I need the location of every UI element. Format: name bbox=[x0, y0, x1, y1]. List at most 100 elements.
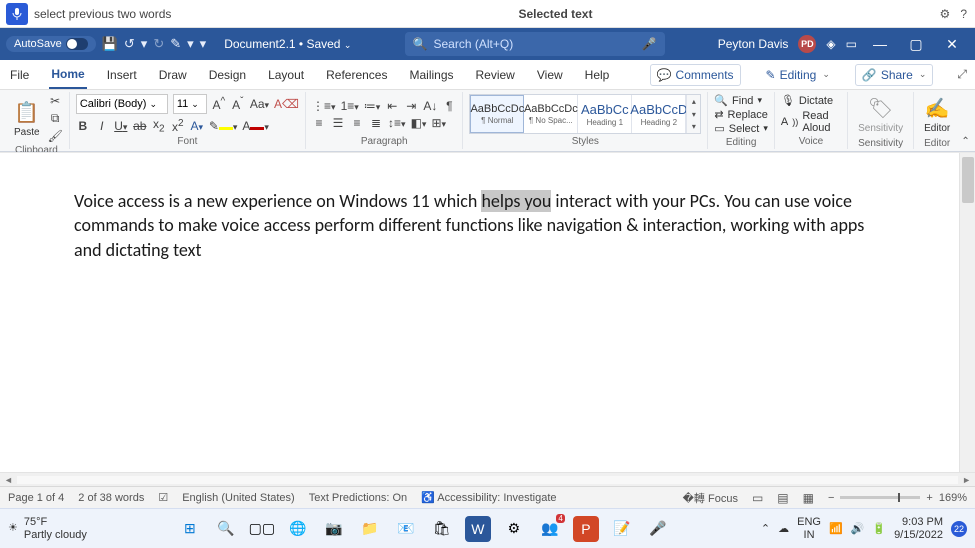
style-heading-2[interactable]: AaBbCcDHeading 2 bbox=[632, 95, 686, 133]
status-accessibility[interactable]: ♿ Accessibility: Investigate bbox=[421, 491, 556, 504]
volume-icon[interactable]: 🔊 bbox=[851, 522, 865, 535]
word-icon[interactable]: W bbox=[465, 516, 491, 542]
tray-overflow-icon[interactable]: ⌃ bbox=[761, 522, 770, 535]
decrease-indent-icon[interactable]: ⇤ bbox=[385, 99, 399, 113]
battery-icon[interactable]: 🔋 bbox=[872, 522, 886, 535]
tab-help[interactable]: Help bbox=[583, 62, 612, 88]
tab-home[interactable]: Home bbox=[49, 61, 86, 89]
tab-references[interactable]: References bbox=[324, 62, 389, 88]
powerpoint-icon[interactable]: P bbox=[573, 516, 599, 542]
format-painter-icon[interactable]: 🖌 bbox=[48, 129, 63, 143]
print-layout-icon[interactable]: ▤ bbox=[777, 491, 788, 505]
align-right-icon[interactable]: ≡ bbox=[350, 116, 364, 130]
align-left-icon[interactable]: ≡ bbox=[312, 116, 326, 130]
qat-customize-icon[interactable]: ▾ bbox=[200, 36, 207, 52]
cut-icon[interactable]: ✂ bbox=[48, 94, 63, 108]
status-language[interactable]: English (United States) bbox=[182, 492, 295, 504]
subscript-button[interactable]: x2 bbox=[152, 117, 166, 134]
scroll-thumb[interactable] bbox=[962, 157, 974, 203]
task-view-icon[interactable]: ▢▢ bbox=[249, 516, 275, 542]
wifi-icon[interactable]: 📶 bbox=[829, 522, 843, 535]
bullets-icon[interactable]: ⋮≡▾ bbox=[312, 99, 336, 113]
qat-extra-icon[interactable]: ✎ bbox=[170, 36, 181, 52]
focus-mode-button[interactable]: �轉 Focus bbox=[683, 490, 738, 506]
tab-review[interactable]: Review bbox=[474, 62, 517, 88]
whiteboard-icon[interactable]: 📝 bbox=[609, 516, 635, 542]
tab-design[interactable]: Design bbox=[207, 62, 248, 88]
dictate-button[interactable]: 🎙 Dictate bbox=[781, 94, 841, 107]
minimize-button[interactable]: — bbox=[867, 36, 893, 52]
zoom-slider[interactable] bbox=[840, 496, 920, 499]
italic-button[interactable]: I bbox=[95, 119, 109, 133]
camera-icon[interactable]: 📷 bbox=[321, 516, 347, 542]
editing-mode-button[interactable]: ✎ Editing ⌄ bbox=[759, 64, 837, 86]
tab-view[interactable]: View bbox=[535, 62, 565, 88]
grow-font-icon[interactable]: A^ bbox=[212, 96, 226, 112]
tab-file[interactable]: File bbox=[8, 62, 31, 88]
select-button[interactable]: ▭ Select ▾ bbox=[714, 122, 768, 135]
web-layout-icon[interactable]: ▦ bbox=[803, 491, 814, 505]
voice-access-taskbar-icon[interactable]: 🎤 bbox=[645, 516, 671, 542]
settings-icon[interactable]: ⚙ bbox=[940, 7, 951, 21]
document-page[interactable]: Voice access is a new experience on Wind… bbox=[0, 153, 959, 472]
taskbar-search-icon[interactable]: 🔍 bbox=[213, 516, 239, 542]
store-icon[interactable]: 🛍 bbox=[429, 516, 455, 542]
user-avatar[interactable]: PD bbox=[798, 35, 816, 53]
ribbon-mode-icon[interactable]: ▭ bbox=[846, 37, 857, 51]
onedrive-icon[interactable]: ☁ bbox=[778, 522, 789, 535]
style-normal[interactable]: AaBbCcDc¶ Normal bbox=[470, 95, 524, 133]
undo-icon[interactable]: ↺ bbox=[124, 36, 135, 52]
zoom-control[interactable]: − + 169% bbox=[828, 492, 967, 504]
status-words[interactable]: 2 of 38 words bbox=[78, 492, 144, 504]
notification-badge[interactable]: 22 bbox=[951, 521, 967, 537]
document-title[interactable]: Document2.1 • Saved ⌄ bbox=[224, 37, 351, 51]
font-family-select[interactable]: Calibri (Body)⌄ bbox=[76, 94, 168, 114]
comments-button[interactable]: 💬 Comments bbox=[650, 64, 741, 86]
scroll-right-icon[interactable]: ► bbox=[962, 475, 971, 485]
help-icon[interactable]: ? bbox=[960, 7, 967, 21]
lang-secondary[interactable]: IN bbox=[797, 529, 821, 541]
status-predictions[interactable]: Text Predictions: On bbox=[309, 492, 407, 504]
vertical-scrollbar[interactable] bbox=[959, 153, 975, 472]
increase-indent-icon[interactable]: ⇥ bbox=[404, 99, 418, 113]
search-mic-icon[interactable]: 🎤 bbox=[642, 37, 657, 51]
qat-extra-dropdown-icon[interactable]: ▾ bbox=[187, 36, 194, 52]
scroll-left-icon[interactable]: ◄ bbox=[4, 475, 13, 485]
style-no-spacing[interactable]: AaBbCcDc¶ No Spac... bbox=[524, 95, 578, 133]
styles-gallery-more[interactable]: ▴▾▾ bbox=[686, 95, 700, 133]
borders-icon[interactable]: ⊞▾ bbox=[431, 116, 446, 130]
lang-primary[interactable]: ENG bbox=[797, 516, 821, 528]
share-button[interactable]: 🔗 Share⌄ bbox=[855, 64, 934, 86]
teams-icon[interactable]: 👥4 bbox=[537, 516, 563, 542]
text-effects-icon[interactable]: A▾ bbox=[190, 119, 204, 133]
style-heading-1[interactable]: AaBbCcHeading 1 bbox=[578, 95, 632, 133]
redo-icon[interactable]: ↻ bbox=[153, 36, 164, 52]
paste-button[interactable]: 📋 Paste bbox=[10, 98, 44, 140]
multilevel-icon[interactable]: ≔▾ bbox=[364, 99, 381, 113]
font-color-icon[interactable]: A▾ bbox=[242, 119, 269, 133]
replace-button[interactable]: ⇄ Replace bbox=[714, 108, 768, 121]
status-spellcheck-icon[interactable]: ☑ bbox=[158, 491, 168, 504]
collapse-ribbon-icon[interactable]: ⤢ bbox=[957, 67, 967, 82]
status-page[interactable]: Page 1 of 4 bbox=[8, 492, 64, 504]
weather-widget[interactable]: ☀ 75°FPartly cloudy bbox=[8, 516, 87, 540]
align-center-icon[interactable]: ☰ bbox=[331, 116, 345, 130]
search-box[interactable]: 🔍 Search (Alt+Q) 🎤 bbox=[405, 32, 665, 56]
copy-icon[interactable]: ⧉ bbox=[48, 111, 63, 126]
undo-dropdown-icon[interactable]: ▾ bbox=[141, 36, 148, 52]
change-case-icon[interactable]: Aa▾ bbox=[250, 97, 269, 111]
clear-format-icon[interactable]: A⌫ bbox=[274, 97, 299, 111]
underline-button[interactable]: U▾ bbox=[114, 119, 128, 133]
scroll-track[interactable] bbox=[17, 476, 958, 484]
outlook-icon[interactable]: 📧 bbox=[393, 516, 419, 542]
shrink-font-icon[interactable]: Aˇ bbox=[231, 96, 245, 112]
superscript-button[interactable]: x2 bbox=[171, 118, 185, 134]
zoom-in-icon[interactable]: + bbox=[926, 492, 932, 504]
show-marks-icon[interactable]: ¶ bbox=[442, 99, 456, 113]
find-button[interactable]: 🔍 Find ▾ bbox=[714, 94, 768, 107]
highlight-icon[interactable]: ✎▾ bbox=[209, 119, 238, 133]
maximize-button[interactable]: ▢ bbox=[903, 36, 929, 53]
bold-button[interactable]: B bbox=[76, 119, 90, 133]
edge-icon[interactable]: 🌐 bbox=[285, 516, 311, 542]
zoom-level[interactable]: 169% bbox=[939, 492, 967, 504]
